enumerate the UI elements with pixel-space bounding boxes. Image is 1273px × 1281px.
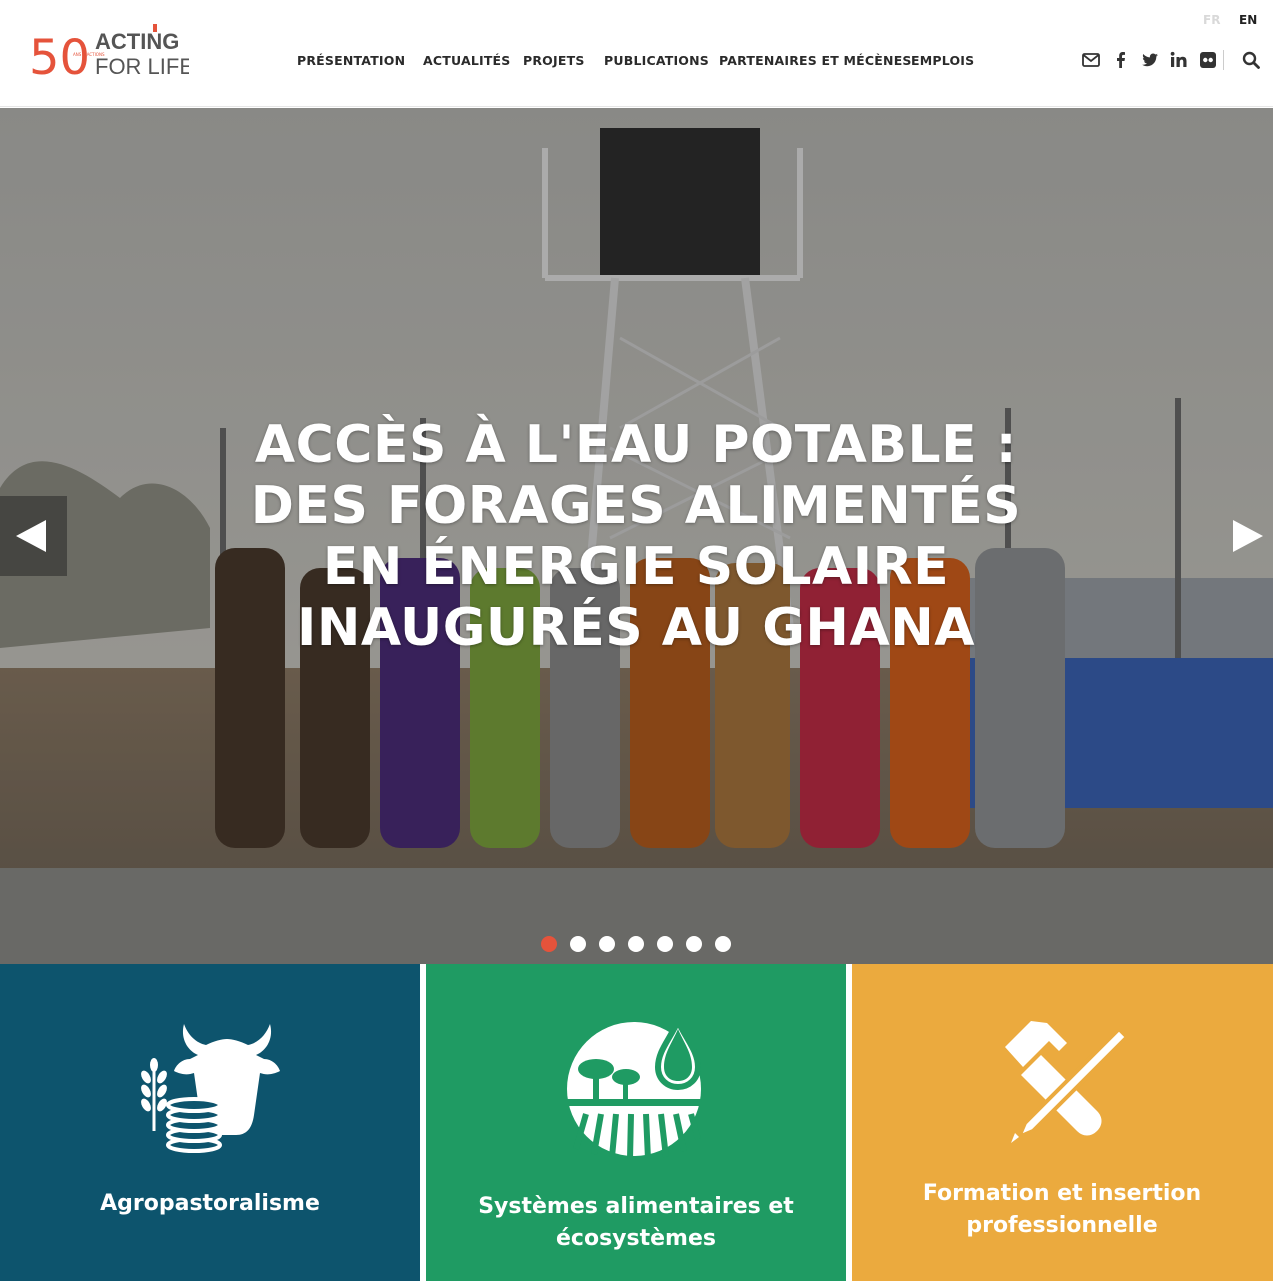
arrow-right-icon: [1233, 520, 1263, 552]
svg-text:FOR LIFE: FOR LIFE: [95, 54, 189, 79]
hero-title[interactable]: ACCÈS À L'EAU POTABLE : DES FORAGES ALIM…: [236, 415, 1036, 659]
tile-label-agropastoralisme: Agropastoralisme: [100, 1191, 320, 1216]
nav-item-actualites[interactable]: ACTUALITÉS: [423, 53, 511, 68]
arrow-left-icon: [16, 520, 46, 552]
nav-item-partenaires[interactable]: PARTENAIRES ET MÉCÈNES: [719, 53, 912, 68]
slider-dot-1[interactable]: [541, 936, 557, 952]
twitter-icon[interactable]: [1140, 50, 1160, 70]
slider-dot-2[interactable]: [570, 936, 586, 952]
svg-text:ACTING: ACTING: [95, 29, 179, 54]
slider-dot-3[interactable]: [599, 936, 615, 952]
livestock-coins-icon: [141, 1024, 280, 1153]
slider-dot-4[interactable]: [628, 936, 644, 952]
lang-fr-link[interactable]: FR: [1203, 13, 1220, 27]
nav-item-publications[interactable]: PUBLICATIONS: [604, 53, 709, 68]
mail-icon[interactable]: [1081, 50, 1101, 70]
slider-dot-5[interactable]: [657, 936, 673, 952]
nav-item-presentation[interactable]: PRÉSENTATION: [297, 53, 405, 68]
search-icon[interactable]: [1241, 50, 1261, 70]
slider-prev-button[interactable]: [0, 496, 67, 576]
ecosystem-water-icon: [566, 1019, 706, 1159]
tile-systemes-alimentaires[interactable]: Systèmes alimentaires et écosystèmes: [426, 964, 846, 1281]
slider-dot-7[interactable]: [715, 936, 731, 952]
social-divider: [1223, 50, 1224, 70]
tile-label-formation-insertion: Formation et insertion professionnelle: [922, 1181, 1202, 1238]
facebook-icon[interactable]: [1111, 50, 1131, 70]
linkedin-icon[interactable]: [1169, 50, 1189, 70]
slider-next-button[interactable]: [1206, 496, 1273, 576]
tile-formation-insertion[interactable]: Formation et insertion professionnelle: [852, 964, 1273, 1281]
tile-label-systemes-alimentaires: Systèmes alimentaires et écosystèmes: [478, 1194, 794, 1251]
tile-agropastoralisme[interactable]: Agropastoralisme: [0, 964, 420, 1281]
nav-item-emplois[interactable]: EMPLOIS: [911, 53, 974, 68]
hammer-pencil-icon: [1005, 1021, 1129, 1143]
slider-dot-6[interactable]: [686, 936, 702, 952]
site-header: 50 ANS D'ACTIONS ACTING FOR LIFE FR EN P…: [0, 0, 1273, 107]
flickr-icon[interactable]: [1198, 50, 1218, 70]
lang-en-link[interactable]: EN: [1239, 13, 1257, 27]
acting-for-life-logo[interactable]: 50 ANS D'ACTIONS ACTING FOR LIFE: [29, 24, 189, 80]
nav-item-projets[interactable]: PROJETS: [523, 53, 585, 68]
hero-slider: ACCÈS À L'EAU POTABLE : DES FORAGES ALIM…: [0, 108, 1273, 964]
